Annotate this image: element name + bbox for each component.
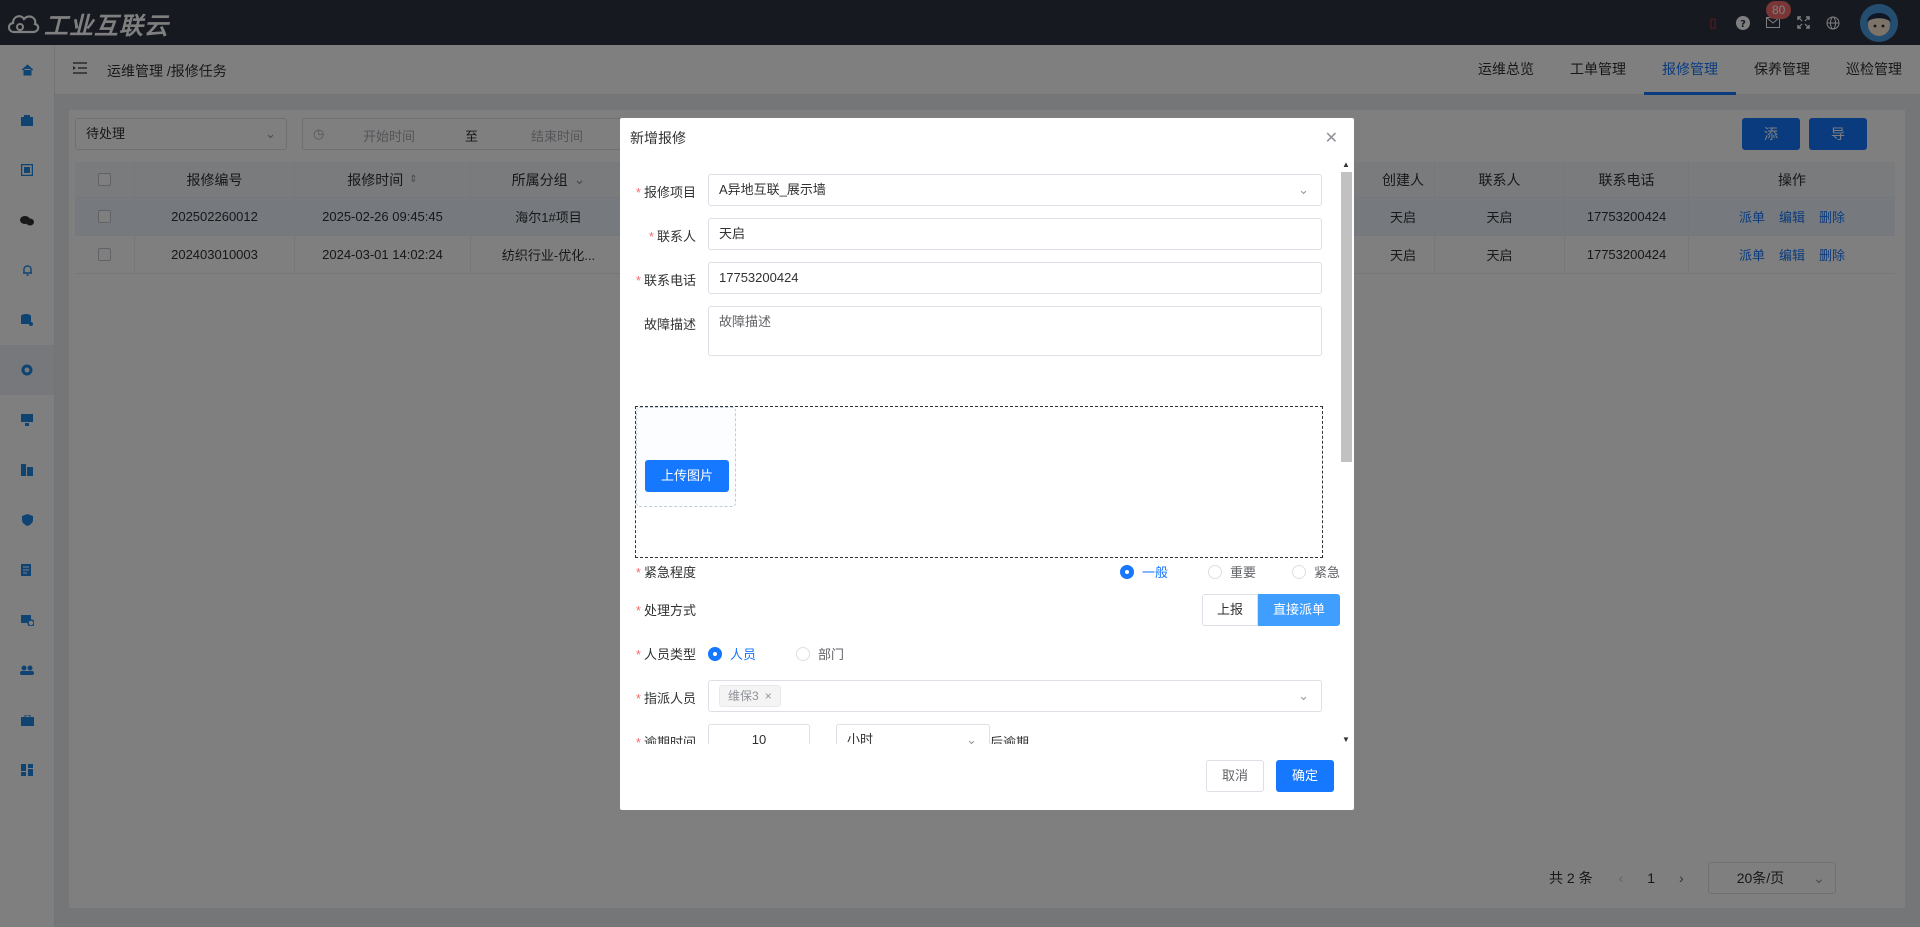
department-radio[interactable]: 部门 bbox=[796, 644, 844, 663]
upload-dropzone[interactable]: 上传图片 bbox=[636, 407, 736, 507]
project-row: * 报修项目 A异地互联_展示墙 ⌄ bbox=[620, 174, 1340, 206]
overdue-unit-select[interactable]: 小时 ⌄ bbox=[836, 724, 990, 744]
overdue-label: * 逾期时间 bbox=[635, 735, 696, 744]
phone-label: * 联系电话 bbox=[635, 273, 696, 288]
confirm-button[interactable]: 确定 bbox=[1276, 760, 1334, 792]
new-repair-dialog: 新增报修 ✕ * 报修项目 A异地互联_展示墙 ⌄ * 联系人 天启 * 联系电话 1… bbox=[620, 118, 1354, 810]
desc-row: 故障描述 故障描述 bbox=[620, 306, 1340, 356]
handle-segment: 上报 直接派单 bbox=[1201, 594, 1340, 626]
project-label: * 报修项目 bbox=[635, 185, 696, 200]
overdue-suffix: 后逾期 bbox=[990, 735, 1030, 744]
upload-button[interactable]: 上传图片 bbox=[645, 460, 729, 492]
report-button[interactable]: 上报 bbox=[1201, 594, 1258, 626]
tag-close-icon[interactable]: × bbox=[765, 689, 772, 703]
person-type-row: * 人员类型 人员 部门 bbox=[620, 638, 1340, 670]
overdue-input[interactable]: 10 bbox=[708, 724, 810, 744]
urgency-urgent-radio[interactable]: 紧急 bbox=[1291, 562, 1340, 581]
chevron-down-icon: ⌄ bbox=[966, 732, 977, 744]
person-type-radio-group: 人员 部门 bbox=[708, 644, 844, 663]
urgency-important-radio[interactable]: 重要 bbox=[1207, 562, 1256, 581]
handle-row: * 处理方式 上报 直接派单 bbox=[620, 594, 1340, 626]
scroll-thumb[interactable] bbox=[1341, 172, 1352, 462]
overdue-row: * 逾期时间 10 小时 ⌄ 后逾期 bbox=[620, 724, 1340, 744]
handle-label: * 处理方式 bbox=[635, 603, 696, 618]
dialog-footer: 取消 确定 bbox=[1206, 760, 1334, 792]
urgency-radio-group: 一般 重要 紧急 bbox=[1119, 562, 1340, 581]
contact-row: * 联系人 天启 bbox=[620, 218, 1340, 250]
dialog-title: 新增报修 bbox=[630, 130, 686, 146]
chevron-down-icon: ⌄ bbox=[1298, 688, 1309, 703]
app: 工业互联云 ▯ ? 80 bbox=[0, 0, 1920, 927]
phone-row: * 联系电话 17753200424 bbox=[620, 262, 1340, 294]
urgency-label: * 紧急程度 bbox=[635, 565, 696, 580]
dialog-scrollbar[interactable]: ▲ ▼ bbox=[1340, 160, 1352, 744]
chevron-down-icon: ⌄ bbox=[1298, 182, 1309, 197]
close-icon[interactable]: ✕ bbox=[1325, 128, 1338, 148]
assign-select[interactable]: 维保3 × ⌄ bbox=[708, 680, 1322, 712]
desc-label: 故障描述 bbox=[643, 317, 696, 332]
person-type-label: * 人员类型 bbox=[635, 647, 696, 662]
scroll-down-icon[interactable]: ▼ bbox=[1342, 735, 1350, 744]
phone-input[interactable]: 17753200424 bbox=[708, 262, 1322, 294]
dialog-body: * 报修项目 A异地互联_展示墙 ⌄ * 联系人 天启 * 联系电话 17753200… bbox=[620, 158, 1354, 744]
contact-input[interactable]: 天启 bbox=[708, 218, 1322, 250]
upload-area: 上传图片 bbox=[635, 406, 1323, 558]
desc-textarea[interactable]: 故障描述 bbox=[708, 306, 1322, 356]
urgency-normal-radio[interactable]: 一般 bbox=[1119, 562, 1168, 581]
direct-dispatch-button[interactable]: 直接派单 bbox=[1257, 594, 1340, 626]
project-select[interactable]: A异地互联_展示墙 ⌄ bbox=[708, 174, 1322, 206]
scroll-up-icon[interactable]: ▲ bbox=[1342, 160, 1350, 169]
assign-tag: 维保3 × bbox=[719, 685, 781, 707]
project-select-value: A异地互联_展示墙 bbox=[719, 182, 826, 197]
assign-row: * 指派人员 维保3 × ⌄ bbox=[620, 680, 1340, 712]
person-radio[interactable]: 人员 bbox=[708, 644, 756, 663]
assign-label: * 指派人员 bbox=[635, 691, 696, 706]
overdue-unit-value: 小时 bbox=[847, 732, 874, 744]
contact-label: * 联系人 bbox=[648, 229, 696, 244]
cancel-button[interactable]: 取消 bbox=[1206, 760, 1264, 792]
urgency-row: * 紧急程度 一般 重要 紧急 bbox=[620, 556, 1340, 588]
